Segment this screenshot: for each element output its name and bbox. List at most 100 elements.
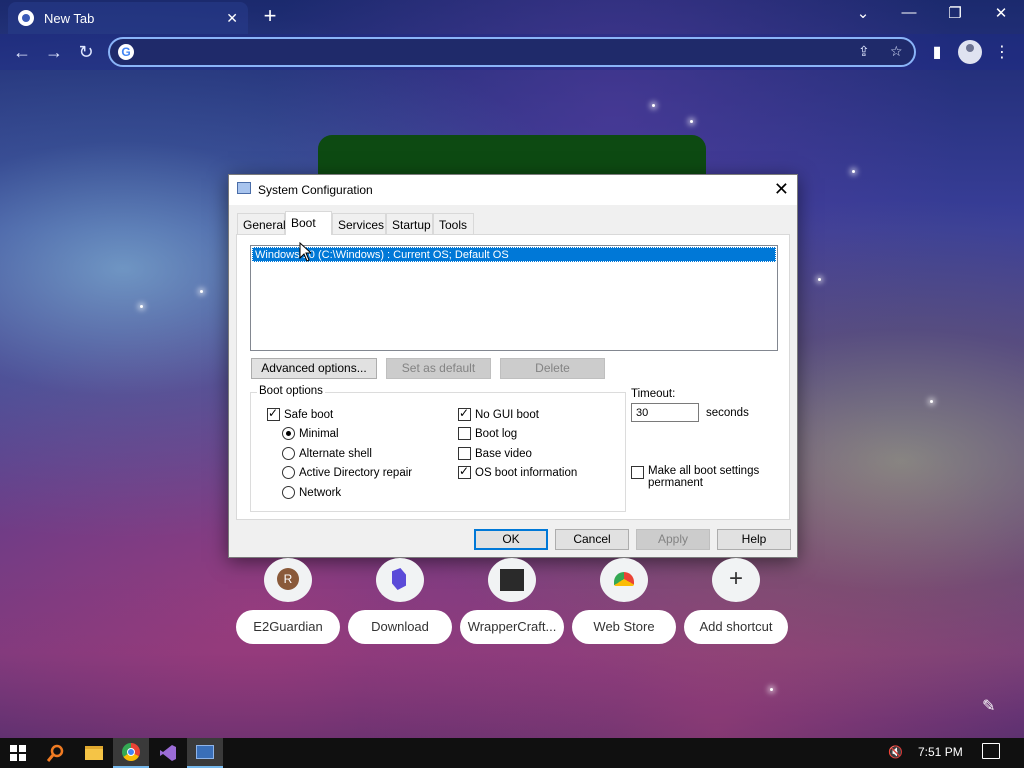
download-logo-icon	[392, 568, 406, 590]
help-button[interactable]: Help	[717, 529, 791, 550]
e2guardian-letter-icon: R	[277, 568, 299, 590]
advanced-options-button[interactable]: Advanced options...	[251, 358, 377, 379]
radio-button[interactable]	[282, 447, 295, 460]
checkbox-label: Boot log	[475, 427, 518, 440]
checkbox-box[interactable]	[458, 447, 471, 460]
maximize-button[interactable]: ❐	[935, 4, 975, 22]
boot-options-group: Boot options Safe boot Minimal Alternate…	[250, 385, 626, 512]
dialog-titlebar[interactable]: System Configuration ✕	[229, 175, 797, 205]
radio-button[interactable]	[282, 486, 295, 499]
volume-muted-icon[interactable]: 🔇	[888, 745, 903, 759]
base-video-checkbox[interactable]: Base video	[458, 447, 532, 460]
checkbox-box[interactable]	[458, 464, 471, 479]
tab-services[interactable]: Services	[332, 213, 386, 234]
menu-icon[interactable]: ⋮	[991, 42, 1013, 62]
star-decoration	[770, 688, 773, 691]
notification-center-icon[interactable]	[982, 743, 1000, 759]
profile-avatar[interactable]	[958, 40, 982, 64]
windows-logo-icon	[10, 745, 26, 761]
checkbox-label: No GUI boot	[475, 408, 539, 421]
close-window-button[interactable]: ✕	[981, 4, 1021, 22]
back-button[interactable]: ←	[10, 40, 34, 64]
os-list[interactable]: Windows 10 (C:\Windows) : Current OS; De…	[250, 245, 778, 351]
shortcut-e2guardian-label[interactable]: E2Guardian	[236, 610, 340, 644]
system-configuration-dialog: System Configuration ✕ General Boot Serv…	[228, 174, 798, 558]
system-config-icon[interactable]	[187, 738, 223, 768]
timeout-input[interactable]	[631, 403, 699, 422]
safe-boot-checkbox[interactable]: Safe boot	[267, 406, 333, 421]
tab-tools[interactable]: Tools	[433, 213, 474, 234]
checkbox-box[interactable]	[631, 466, 644, 479]
make-permanent-checkbox[interactable]: Make all boot settings permanent	[631, 465, 759, 489]
radio-alternate-shell[interactable]: Alternate shell	[282, 447, 372, 460]
make-permanent-text: Make all boot settings permanent	[648, 465, 759, 489]
set-as-default-button[interactable]: Set as default	[386, 358, 491, 379]
checkbox-label: OS boot information	[475, 466, 578, 479]
delete-button[interactable]: Delete	[500, 358, 605, 379]
radio-label: Minimal	[299, 427, 339, 440]
new-tab-button[interactable]: +	[258, 5, 282, 29]
clock[interactable]: 7:51 PM	[918, 745, 963, 759]
shortcut-wrappercraft-label[interactable]: WrapperCraft...	[460, 610, 564, 644]
radio-minimal[interactable]: Minimal	[282, 427, 339, 440]
cancel-button[interactable]: Cancel	[555, 529, 629, 550]
radio-network[interactable]: Network	[282, 486, 341, 499]
shortcut-web-store-icon[interactable]	[600, 558, 648, 602]
customize-pencil-icon[interactable]: ✎	[982, 696, 995, 716]
address-input[interactable]	[142, 43, 842, 61]
shortcut-download-icon[interactable]	[376, 558, 424, 602]
reload-button[interactable]: ↻	[74, 40, 98, 64]
chrome-icon[interactable]	[113, 738, 149, 768]
chrome-tab-icon	[18, 10, 34, 26]
boot-options-label: Boot options	[257, 385, 325, 397]
star-decoration	[200, 290, 203, 293]
ok-button[interactable]: OK	[474, 529, 548, 550]
share-icon[interactable]: ⇪	[858, 43, 870, 60]
side-panel-icon[interactable]: ▮	[926, 42, 948, 62]
apply-button[interactable]: Apply	[636, 529, 710, 550]
msconfig-taskbar-icon	[196, 745, 214, 759]
tab-search-icon[interactable]: ⌄	[843, 4, 883, 22]
windows-taskbar: 🔇 7:51 PM	[0, 738, 1024, 768]
os-list-item[interactable]: Windows 10 (C:\Windows) : Current OS; De…	[252, 247, 776, 262]
plus-icon: +	[728, 565, 743, 592]
visual-studio-icon[interactable]	[150, 738, 186, 768]
add-shortcut-icon[interactable]: +	[712, 558, 760, 602]
minimize-button[interactable]: —	[889, 4, 929, 21]
folder-icon	[85, 746, 103, 760]
omnibox[interactable]: G ⇪ ☆	[108, 37, 916, 67]
chrome-logo-icon	[122, 743, 140, 761]
dialog-close-icon[interactable]: ✕	[774, 179, 789, 200]
shortcut-wrappercraft-icon[interactable]	[488, 558, 536, 602]
shortcut-e2guardian-icon[interactable]: R	[264, 558, 312, 602]
tab-startup[interactable]: Startup	[386, 213, 433, 234]
wrappercraft-logo-icon	[500, 569, 524, 591]
os-boot-information-checkbox[interactable]: OS boot information	[458, 464, 578, 479]
boot-log-checkbox[interactable]: Boot log	[458, 427, 517, 440]
forward-button[interactable]: →	[42, 40, 66, 64]
bookmark-star-icon[interactable]: ☆	[890, 43, 903, 60]
radio-button[interactable]	[282, 466, 295, 479]
checkbox-box[interactable]	[458, 406, 471, 421]
radio-button[interactable]	[282, 427, 295, 440]
checkbox-box[interactable]	[267, 406, 280, 421]
shortcut-download-label[interactable]: Download	[348, 610, 452, 644]
add-shortcut-label[interactable]: Add shortcut	[684, 610, 788, 644]
tab-title: New Tab	[44, 10, 95, 26]
seconds-label: seconds	[706, 407, 749, 419]
windows-start-icon[interactable]	[0, 738, 36, 768]
tab-boot[interactable]: Boot	[285, 211, 332, 235]
no-gui-boot-checkbox[interactable]: No GUI boot	[458, 406, 539, 421]
radio-label: Alternate shell	[299, 447, 372, 460]
star-decoration	[652, 104, 655, 107]
browser-toolbar: ← → ↻ G ⇪ ☆ ▮ ⋮	[0, 34, 1024, 70]
star-decoration	[930, 400, 933, 403]
checkbox-box[interactable]	[458, 427, 471, 440]
file-explorer-icon[interactable]	[76, 738, 112, 768]
radio-active-directory-repair[interactable]: Active Directory repair	[282, 466, 412, 479]
tab-close-icon[interactable]: ✕	[226, 10, 238, 27]
search-icon[interactable]	[38, 738, 74, 768]
shortcut-web-store-label[interactable]: Web Store	[572, 610, 676, 644]
browser-tab[interactable]: New Tab ✕	[8, 2, 248, 34]
tab-general[interactable]: General	[237, 213, 286, 234]
